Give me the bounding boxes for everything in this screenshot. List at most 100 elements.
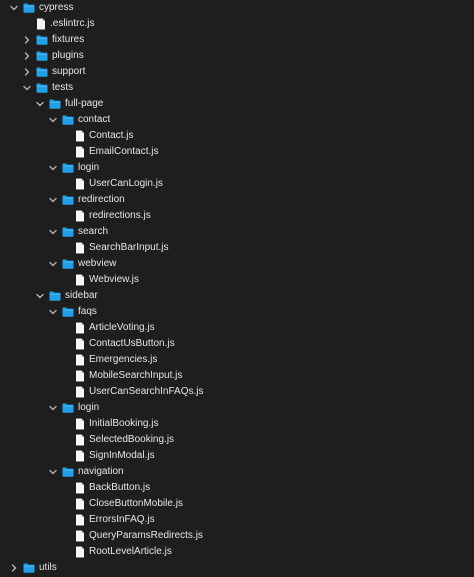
tree-folder-full-page[interactable]: full-page [0,96,474,112]
tree-file-articlevoting-js[interactable]: ArticleVoting.js [0,320,474,336]
tree-item-label: SearchBarInput.js [89,242,169,253]
chevron-down-icon[interactable] [35,99,45,109]
chevron-down-icon[interactable] [48,403,58,413]
chevron-down-icon[interactable] [22,83,32,93]
tree-item-label: CloseButtonMobile.js [89,498,183,509]
tree-item-label: SignInModal.js [89,450,155,461]
js-file-icon [74,434,86,446]
js-file-icon [74,370,86,382]
tree-folder-redirection[interactable]: redirection [0,192,474,208]
tree-folder-search[interactable]: search [0,224,474,240]
tree-folder-cypress[interactable]: cypress [0,0,474,16]
tree-file-emergencies-js[interactable]: Emergencies.js [0,352,474,368]
js-file-icon [74,242,86,254]
tree-file-redirections-js[interactable]: redirections.js [0,208,474,224]
js-file-icon [74,210,86,222]
tree-file-mobilesearchinput-js[interactable]: MobileSearchInput.js [0,368,474,384]
js-file-icon [74,498,86,510]
folder-icon [36,50,48,62]
chevron-down-icon[interactable] [48,307,58,317]
js-file-icon [74,546,86,558]
js-file-icon [74,450,86,462]
tree-item-label: .eslintrc.js [50,18,95,29]
chevron-down-icon[interactable] [48,467,58,477]
js-file-icon [74,418,86,430]
tree-folder-tests[interactable]: tests [0,80,474,96]
tree-item-label: QueryParamsRedirects.js [89,530,203,541]
folder-icon [36,82,48,94]
tree-item-label: navigation [78,466,124,477]
js-file-icon [74,130,86,142]
tree-item-label: support [52,66,86,77]
tree-item-label: fixtures [52,34,85,45]
js-file-icon [74,338,86,350]
chevron-down-icon[interactable] [48,195,58,205]
chevron-right-icon[interactable] [22,67,32,77]
tree-file-emailcontact-js[interactable]: EmailContact.js [0,144,474,160]
tree-item-label: full-page [65,98,104,109]
folder-icon [23,2,35,14]
folder-icon [62,258,74,270]
tree-folder-faqs[interactable]: faqs [0,304,474,320]
tree-folder-contact[interactable]: contact [0,112,474,128]
tree-file-queryparamsredirects-js[interactable]: QueryParamsRedirects.js [0,528,474,544]
tree-file-usercansearchinfaqs-js[interactable]: UserCanSearchInFAQs.js [0,384,474,400]
tree-item-label: redirection [78,194,125,205]
tree-item-label: MobileSearchInput.js [89,370,183,381]
tree-folder-navigation[interactable]: navigation [0,464,474,480]
folder-icon [36,66,48,78]
chevron-down-icon[interactable] [48,259,58,269]
tree-folder-utils[interactable]: utils [0,560,474,576]
file-tree: cypress .eslintrc.js fixtures plugins suppor… [0,0,474,577]
chevron-down-icon[interactable] [9,3,19,13]
tree-item-label: UserCanLogin.js [89,178,163,189]
tree-folder-sidebar[interactable]: sidebar [0,288,474,304]
tree-folder-login[interactable]: login [0,160,474,176]
tree-file-eslintrc-js[interactable]: .eslintrc.js [0,16,474,32]
tree-item-label: EmailContact.js [89,146,159,157]
chevron-down-icon[interactable] [48,227,58,237]
js-file-icon [74,178,86,190]
folder-icon [49,290,61,302]
tree-file-signinmodal-js[interactable]: SignInModal.js [0,448,474,464]
tree-file-contact-js[interactable]: Contact.js [0,128,474,144]
tree-folder-webview[interactable]: webview [0,256,474,272]
tree-item-label: faqs [78,306,97,317]
tree-item-label: Contact.js [89,130,134,141]
tree-item-label: utils [39,562,57,573]
chevron-right-icon[interactable] [22,35,32,45]
tree-folder-login[interactable]: login [0,400,474,416]
chevron-down-icon[interactable] [48,163,58,173]
js-file-icon [35,18,47,30]
folder-icon [62,114,74,126]
tree-folder-fixtures[interactable]: fixtures [0,32,474,48]
tree-file-initialbooking-js[interactable]: InitialBooking.js [0,416,474,432]
tree-file-webview-js[interactable]: Webview.js [0,272,474,288]
tree-folder-plugins[interactable]: plugins [0,48,474,64]
tree-file-selectedbooking-js[interactable]: SelectedBooking.js [0,432,474,448]
tree-folder-support[interactable]: support [0,64,474,80]
js-file-icon [74,322,86,334]
folder-icon [62,226,74,238]
tree-file-contactusbutton-js[interactable]: ContactUsButton.js [0,336,474,352]
js-file-icon [74,514,86,526]
tree-file-errorsinfaq-js[interactable]: ErrorsInFAQ.js [0,512,474,528]
tree-item-label: UserCanSearchInFAQs.js [89,386,204,397]
tree-item-label: ErrorsInFAQ.js [89,514,155,525]
tree-file-rootlevelarticle-js[interactable]: RootLevelArticle.js [0,544,474,560]
tree-item-label: SelectedBooking.js [89,434,175,445]
chevron-right-icon[interactable] [9,563,19,573]
chevron-down-icon[interactable] [35,291,45,301]
tree-file-closebuttonmobile-js[interactable]: CloseButtonMobile.js [0,496,474,512]
tree-file-searchbarinput-js[interactable]: SearchBarInput.js [0,240,474,256]
tree-item-label: RootLevelArticle.js [89,546,172,557]
tree-item-label: login [78,402,100,413]
tree-item-label: cypress [39,2,74,13]
chevron-right-icon[interactable] [22,51,32,61]
tree-item-label: plugins [52,50,84,61]
folder-icon [62,306,74,318]
tree-item-label: sidebar [65,290,98,301]
tree-file-usercanlogin-js[interactable]: UserCanLogin.js [0,176,474,192]
chevron-down-icon[interactable] [48,115,58,125]
tree-file-backbutton-js[interactable]: BackButton.js [0,480,474,496]
